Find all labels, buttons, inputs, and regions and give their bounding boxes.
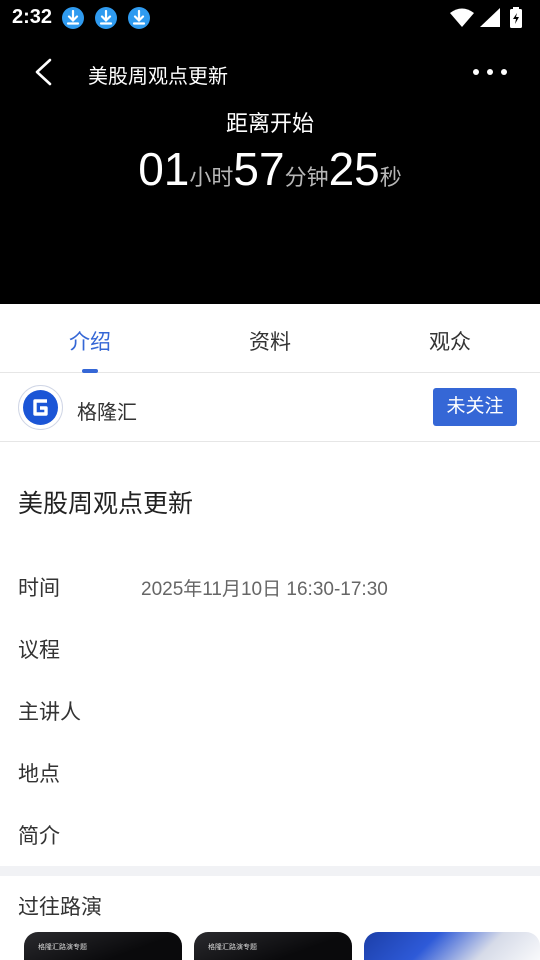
info-label-time: 时间 (18, 577, 60, 600)
tab-intro[interactable]: 介绍 (40, 326, 140, 356)
more-icon (473, 69, 507, 75)
tab-bar: 介绍 资料 观众 (0, 304, 540, 373)
status-time: 2:32 (12, 6, 53, 28)
countdown-seconds-unit: 秒 (379, 165, 402, 190)
host-name[interactable]: 格隆汇 (77, 396, 137, 425)
section-divider (0, 866, 540, 876)
past-roadshow-caption: 格隆汇路演专题 (38, 944, 87, 951)
status-icons (448, 6, 528, 30)
info-value-time: 2025年11月10日 16:30-17:30 (141, 579, 388, 600)
past-roadshow-caption: 格隆汇路演专题 (208, 944, 257, 951)
signal-icon (480, 8, 500, 27)
past-roadshow-card[interactable]: 格隆汇路演专题 (194, 932, 352, 960)
info-label-location: 地点 (18, 763, 60, 786)
countdown-hours: 01 (138, 143, 190, 195)
countdown-label: 距离开始 (225, 111, 314, 136)
download-icon (95, 7, 117, 29)
info-label-agenda: 议程 (18, 639, 60, 662)
wifi-icon (450, 8, 474, 27)
page-title: 美股周观点更新 (88, 66, 228, 88)
back-arrow-icon (35, 58, 52, 86)
nav-bar: 美股周观点更新 (0, 48, 540, 96)
info-label-speaker: 主讲人 (18, 701, 81, 724)
past-roadshows-title: 过往路演 (18, 896, 102, 919)
countdown-hours-unit: 小时 (189, 165, 234, 190)
back-button[interactable] (26, 54, 62, 90)
download-icon (128, 7, 150, 29)
live-header: 2:32 美股周观点更新 距离开始 01小时57分钟25秒 (0, 0, 540, 304)
more-button[interactable] (470, 60, 510, 84)
past-roadshow-card[interactable]: 格隆汇路演专题 (24, 932, 182, 960)
tab-materials[interactable]: 资料 (220, 326, 320, 356)
host-row: 格隆汇 未关注 (0, 373, 540, 442)
countdown-timer: 01小时57分钟25秒 (0, 142, 540, 196)
info-label-summary: 简介 (18, 825, 60, 848)
status-bar: 2:32 (0, 0, 540, 36)
battery-icon (510, 7, 522, 28)
countdown-minutes: 57 (233, 143, 285, 195)
event-title: 美股周观点更新 (18, 490, 194, 518)
countdown-minutes-unit: 分钟 (284, 165, 329, 190)
past-roadshow-card[interactable] (364, 932, 540, 960)
follow-button[interactable]: 未关注 (433, 388, 517, 426)
countdown-seconds: 25 (328, 143, 380, 195)
download-icon (62, 7, 84, 29)
host-logo-icon[interactable] (18, 385, 63, 430)
tab-audience[interactable]: 观众 (400, 326, 500, 356)
